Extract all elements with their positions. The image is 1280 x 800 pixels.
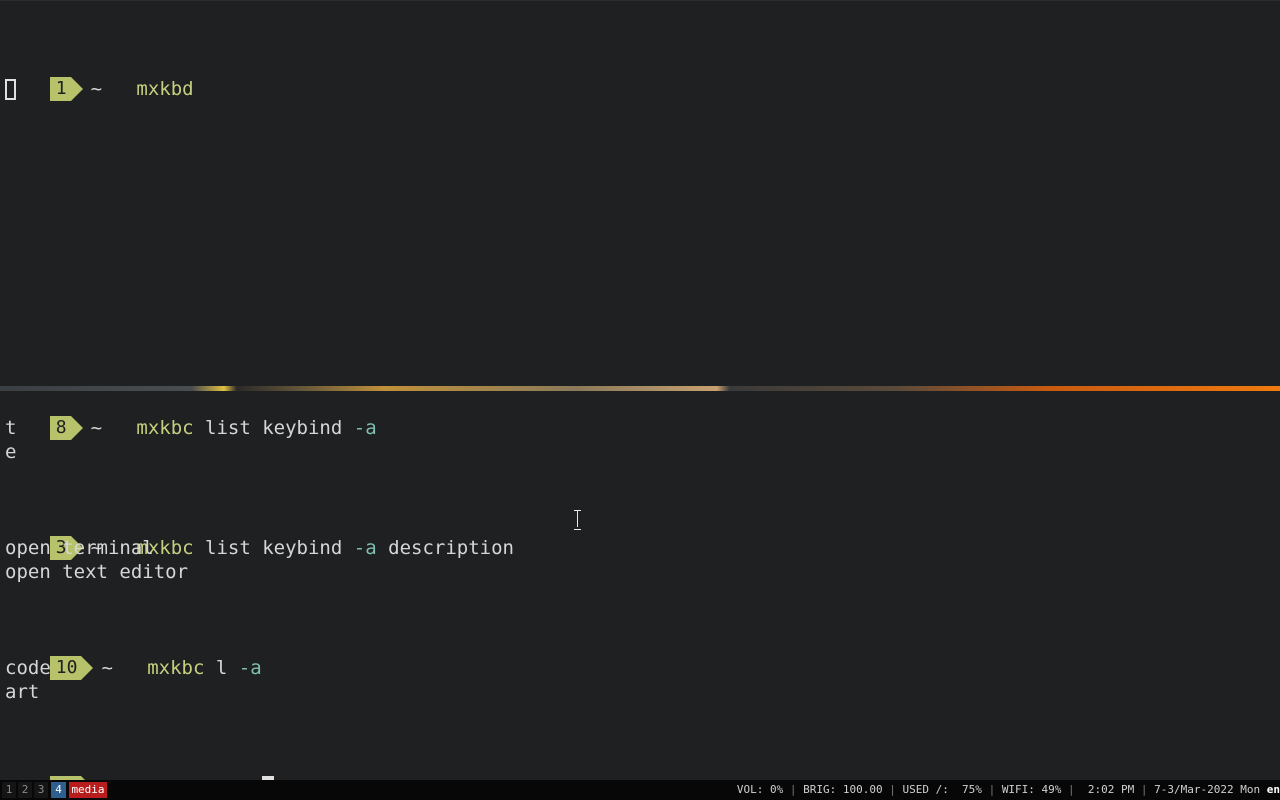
prompt-args: l	[215, 657, 228, 679]
terminal-cursor-icon	[5, 79, 16, 100]
prompt-line: 1 ~ mxkbd	[4, 53, 194, 101]
brightness-status: BRIG: 100.00	[803, 783, 883, 796]
volume-status: VOL: 0%	[736, 783, 784, 796]
statusbar: 1 2 3 4 media VOL: 0% | BRIG: 100.00 | U…	[0, 780, 1280, 800]
workspace-button-3[interactable]: 3	[34, 782, 48, 798]
workspace-button-4[interactable]: 4	[51, 782, 66, 798]
wifi-status: WIFI: 49%	[1001, 783, 1062, 796]
prompt-index-badge: 1	[49, 77, 83, 101]
workspace-button-1[interactable]: 1	[2, 782, 16, 798]
prompt-flag: -a	[238, 657, 262, 679]
prompt-cwd: ~	[90, 78, 103, 100]
prompt-flag: -a	[353, 537, 377, 559]
prompt-command: mxkbc	[136, 417, 194, 439]
prompt-cwd: ~	[90, 417, 103, 439]
prompt-cwd: ~	[101, 657, 113, 679]
prompt-index-badge: 10	[49, 656, 94, 680]
media-tag[interactable]: media	[69, 782, 107, 798]
status-right: VOL: 0% | BRIG: 100.00 | USED /: 75% | W…	[736, 783, 1280, 796]
clock-date: 7-3/Mar-2022 Mon	[1154, 783, 1261, 796]
text-cursor-icon	[573, 510, 582, 530]
prompt-input-line[interactable]: 11~ mxkbc l -a	[4, 752, 274, 780]
output-line: code	[5, 657, 51, 679]
workspace-button-2[interactable]: 2	[18, 782, 32, 798]
terminal-pane-bottom[interactable]: 8 ~ mxkbc list keybind -a t e 3 ~ mxkbc li…	[0, 391, 1280, 780]
output-line: art	[5, 681, 40, 703]
prompt-extra-arg: description	[388, 537, 514, 559]
prompt-index-badge: 8	[49, 416, 83, 440]
prompt-command: mxkbd	[136, 78, 194, 100]
output-line: t	[5, 417, 17, 439]
keyboard-layout[interactable]: en	[1267, 783, 1280, 796]
clock-time: 2:02 PM	[1081, 783, 1135, 796]
prompt-command: mxkbc	[147, 657, 205, 679]
prompt-flag: -a	[353, 417, 377, 439]
prompt-args: list keybind	[205, 537, 343, 559]
prompt-line: 10 ~ mxkbc l -a	[4, 632, 262, 680]
terminal-pane-top[interactable]: 1 ~ mxkbd	[0, 0, 1280, 388]
output-line: open terminal	[5, 537, 154, 559]
prompt-line: 3 ~ mxkbc list keybind -a description	[4, 512, 514, 560]
disk-status: USED /: 75%	[902, 783, 982, 796]
output-line: open text editor	[5, 561, 189, 583]
output-line: e	[5, 441, 17, 463]
prompt-line: 8 ~ mxkbc list keybind -a	[4, 392, 377, 440]
prompt-args: list keybind	[205, 417, 343, 439]
